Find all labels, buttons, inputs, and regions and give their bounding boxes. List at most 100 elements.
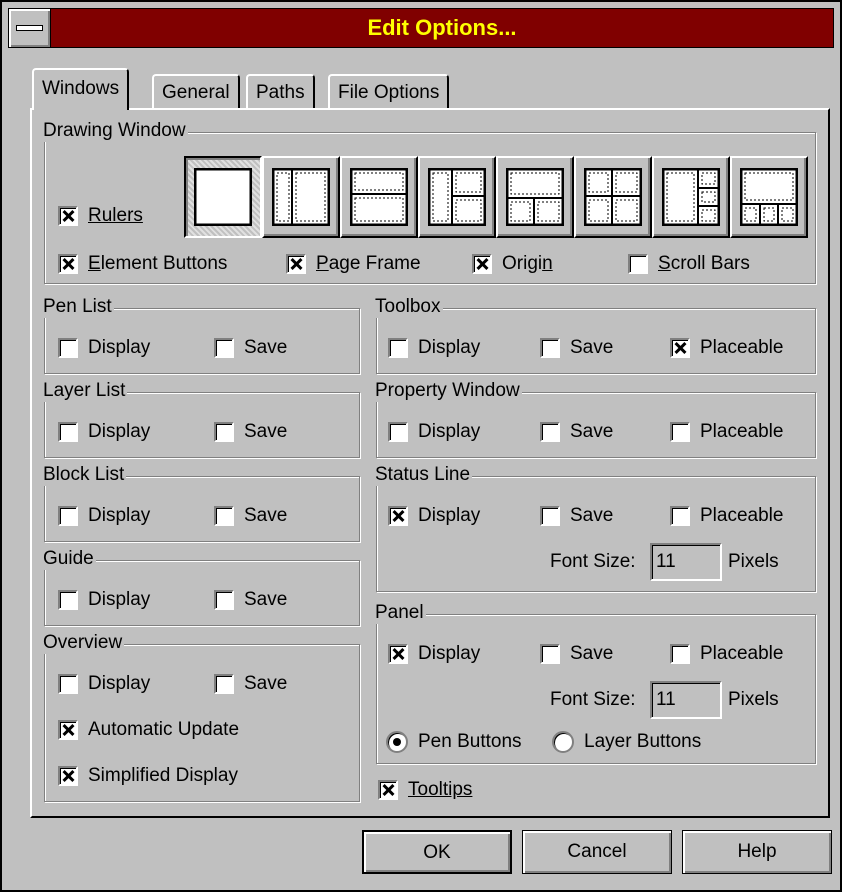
panel-pixels-label: Pixels	[728, 689, 779, 710]
checkbox-icon	[58, 590, 78, 610]
layout-split-vertical-icon	[272, 168, 330, 226]
automatic-update-checkbox[interactable]: Automatic Update	[58, 716, 239, 744]
layout-four-right-button[interactable]	[652, 156, 730, 238]
origin-checkbox[interactable]: Origin	[472, 250, 553, 278]
automatic-update-label: Automatic Update	[88, 719, 240, 740]
toolbox-placeable-checkbox[interactable]: Placeable	[670, 334, 783, 362]
layout-four-bottom-button[interactable]	[730, 156, 808, 238]
status-line-pixels-label: Pixels	[728, 551, 779, 572]
pen-list-save-checkbox[interactable]: Save	[214, 334, 287, 362]
element-buttons-checkbox[interactable]: Element Buttons	[58, 250, 227, 278]
origin-label: Origin	[502, 253, 553, 274]
rulers-check-icon	[58, 206, 78, 226]
pen-list-display-checkbox[interactable]: Display	[58, 334, 150, 362]
pen-list-save-label: Save	[244, 337, 288, 358]
checkbox-icon	[58, 674, 78, 694]
layer-list-label: Layer List	[41, 380, 128, 402]
panel-placeable-checkbox[interactable]: Placeable	[670, 640, 783, 668]
title-bar[interactable]: Edit Options...	[8, 8, 834, 48]
tab-general[interactable]: General	[152, 74, 240, 110]
checkbox-icon	[214, 506, 234, 526]
origin-check-icon	[472, 254, 492, 274]
pen-list-label: Pen List	[41, 296, 114, 318]
system-menu-button[interactable]	[9, 9, 51, 47]
status-line-display-label: Display	[418, 505, 481, 526]
cancel-button[interactable]: Cancel	[522, 830, 672, 874]
checkbox-checked-icon	[58, 720, 78, 740]
status-line-save-label: Save	[570, 505, 614, 526]
panel-placeable-label: Placeable	[700, 643, 784, 664]
pen-buttons-radio[interactable]: Pen Buttons	[386, 728, 522, 756]
layer-list-display-checkbox[interactable]: Display	[58, 418, 150, 446]
checkbox-icon	[214, 674, 234, 694]
property-window-display-checkbox[interactable]: Display	[388, 418, 480, 446]
layout-three-right-button[interactable]	[418, 156, 496, 238]
checkbox-icon	[58, 506, 78, 526]
status-line-placeable-checkbox[interactable]: Placeable	[670, 502, 783, 530]
toolbox-display-label: Display	[418, 337, 481, 358]
block-list-display-label: Display	[88, 505, 151, 526]
checkbox-icon	[388, 338, 408, 358]
layout-split-vertical-button[interactable]	[262, 156, 340, 238]
block-list-display-checkbox[interactable]: Display	[58, 502, 150, 530]
checkbox-icon	[670, 422, 690, 442]
tab-paths[interactable]: Paths	[246, 74, 315, 110]
layout-three-bottom-button[interactable]	[496, 156, 574, 238]
pen-buttons-label: Pen Buttons	[418, 731, 522, 752]
drawing-window-label: Drawing Window	[41, 120, 188, 142]
checkbox-checked-icon	[388, 644, 408, 664]
checkbox-icon	[58, 338, 78, 358]
layout-single-button[interactable]	[184, 156, 262, 238]
simplified-display-checkbox[interactable]: Simplified Display	[58, 762, 238, 790]
layer-buttons-radio[interactable]: Layer Buttons	[552, 728, 701, 756]
guide-display-checkbox[interactable]: Display	[58, 586, 150, 614]
radio-selected-icon	[386, 731, 408, 753]
guide-label: Guide	[41, 548, 96, 570]
layer-list-save-label: Save	[244, 421, 288, 442]
panel-label: Panel	[373, 602, 426, 624]
panel-save-checkbox[interactable]: Save	[540, 640, 613, 668]
edit-options-dialog: Edit Options... Windows General Paths Fi…	[0, 0, 842, 892]
overview-display-label: Display	[88, 673, 151, 694]
system-menu-icon	[16, 25, 43, 31]
toolbox-label: Toolbox	[373, 296, 443, 318]
overview-save-checkbox[interactable]: Save	[214, 670, 287, 698]
element-buttons-label: Element Buttons	[88, 253, 228, 274]
layout-split-horizontal-icon	[350, 168, 408, 226]
layer-buttons-label: Layer Buttons	[584, 731, 702, 752]
tooltips-checkbox[interactable]: Tooltips	[378, 776, 472, 804]
panel-font-size-input[interactable]: 11	[650, 681, 722, 719]
scroll-bars-checkbox[interactable]: Scroll Bars	[628, 250, 750, 278]
tooltips-label: Tooltips	[408, 779, 473, 800]
panel-display-checkbox[interactable]: Display	[388, 640, 480, 668]
ok-button[interactable]: OK	[362, 830, 512, 874]
layout-quad-button[interactable]	[574, 156, 652, 238]
status-line-display-checkbox[interactable]: Display	[388, 502, 480, 530]
property-window-label: Property Window	[373, 380, 522, 402]
tab-windows[interactable]: Windows	[32, 68, 130, 110]
checkbox-checked-icon	[58, 766, 78, 786]
guide-save-checkbox[interactable]: Save	[214, 586, 287, 614]
property-window-save-checkbox[interactable]: Save	[540, 418, 613, 446]
help-button[interactable]: Help	[682, 830, 832, 874]
page-frame-checkbox[interactable]: Page Frame	[286, 250, 421, 278]
layout-quad-icon	[584, 168, 642, 226]
checkbox-icon	[214, 590, 234, 610]
layout-three-right-icon	[428, 168, 486, 226]
rulers-checkbox[interactable]: Rulers	[58, 202, 143, 230]
checkbox-checked-icon	[388, 506, 408, 526]
rulers-label: Rulers	[88, 205, 143, 226]
panel-save-label: Save	[570, 643, 614, 664]
toolbox-save-checkbox[interactable]: Save	[540, 334, 613, 362]
toolbox-display-checkbox[interactable]: Display	[388, 334, 480, 362]
block-list-save-checkbox[interactable]: Save	[214, 502, 287, 530]
tab-file-options[interactable]: File Options	[328, 74, 450, 110]
page-frame-label: Page Frame	[316, 253, 421, 274]
layout-split-horizontal-button[interactable]	[340, 156, 418, 238]
property-window-placeable-checkbox[interactable]: Placeable	[670, 418, 783, 446]
layer-list-save-checkbox[interactable]: Save	[214, 418, 287, 446]
status-line-font-size-input[interactable]: 11	[650, 543, 722, 581]
overview-display-checkbox[interactable]: Display	[58, 670, 150, 698]
status-line-save-checkbox[interactable]: Save	[540, 502, 613, 530]
checkbox-icon	[540, 644, 560, 664]
